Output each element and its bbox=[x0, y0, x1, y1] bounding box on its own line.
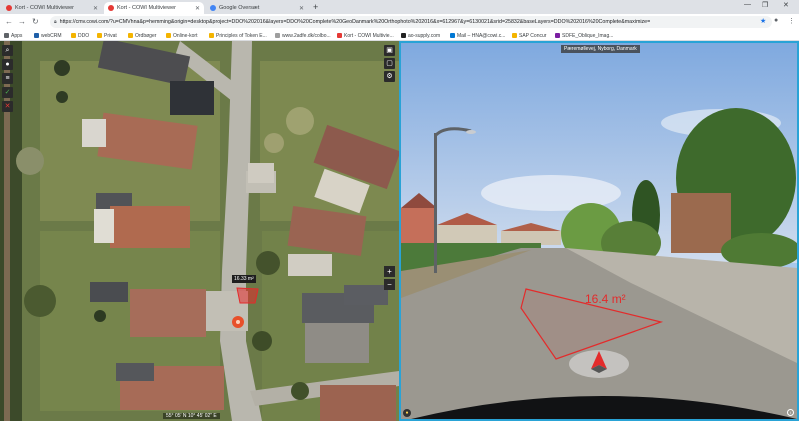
tab-title: Kort - COWI Multiviewer bbox=[15, 5, 74, 11]
aerial-map-image bbox=[0, 41, 399, 421]
aerial-map-panel[interactable]: ⌕ ● ≡ ✓ ✕ ▣ ▢ ⚙ + − 16.33 m² 55° 05' N 1… bbox=[0, 41, 399, 421]
bookmark-webcrm[interactable]: webCRM bbox=[34, 31, 62, 40]
bookmark-ordboger[interactable]: Ordbøger bbox=[128, 31, 156, 40]
bookmark-online-kort[interactable]: Online-kort bbox=[166, 31, 197, 40]
cowi-icon bbox=[337, 33, 342, 38]
bookmark-cowi-multiviewer[interactable]: Kort - COWI Multivie... bbox=[337, 31, 394, 40]
ao-icon bbox=[401, 33, 406, 38]
close-tab-icon[interactable]: ✕ bbox=[299, 5, 304, 12]
bookmark-star-icon[interactable]: ★ bbox=[760, 17, 766, 25]
measurement-label: 16.4 m² bbox=[585, 292, 626, 306]
folder-icon bbox=[128, 33, 133, 38]
folder-icon bbox=[512, 33, 517, 38]
zoom-controls: + − bbox=[384, 266, 396, 290]
map-area-label: 16.33 m² bbox=[232, 275, 256, 283]
coordinate-readout: 55° 05' N 10° 45' 02" E bbox=[163, 413, 220, 419]
close-tab-icon[interactable]: ✕ bbox=[93, 5, 98, 12]
bookmark-mail[interactable]: Mail – HNA@cowi.c... bbox=[450, 31, 505, 40]
google-translate-favicon-icon bbox=[210, 5, 216, 11]
folder-icon bbox=[71, 33, 76, 38]
layers-icon[interactable]: ≡ bbox=[2, 73, 13, 84]
street-view-image bbox=[401, 43, 797, 419]
new-tab-button[interactable]: + bbox=[313, 2, 318, 12]
tab-kort-1[interactable]: Kort - COWI Multiviewer ✕ bbox=[2, 2, 102, 14]
street-view-panel[interactable]: Pæremøllevej, Nyborg, Danmark 16.4 m² ● … bbox=[399, 41, 799, 421]
sdfe-icon bbox=[555, 33, 560, 38]
bookmark-ddo[interactable]: DDO bbox=[71, 31, 89, 40]
zoom-in-button[interactable]: + bbox=[384, 266, 395, 277]
close-tool-icon[interactable]: ✕ bbox=[2, 101, 13, 112]
orientation-icon[interactable]: ● bbox=[403, 409, 411, 417]
map-left-toolbar: ⌕ ● ≡ ✓ ✕ bbox=[2, 45, 14, 112]
search-icon[interactable]: ⌕ bbox=[2, 45, 13, 56]
screen-icon[interactable]: ▢ bbox=[384, 58, 395, 69]
reload-icon[interactable]: ↻ bbox=[32, 16, 39, 28]
bookmark-ao-supply[interactable]: ao-supply.com bbox=[401, 31, 440, 40]
outlook-icon bbox=[450, 33, 455, 38]
user-icon[interactable]: ● bbox=[2, 59, 13, 70]
tab-title: Google Oversæt bbox=[219, 5, 260, 11]
folder-icon bbox=[166, 33, 171, 38]
lock-icon: 🔒︎ bbox=[54, 19, 57, 25]
bookmark-apps[interactable]: Apps bbox=[4, 31, 22, 40]
minimize-icon[interactable]: — bbox=[744, 1, 751, 8]
browser-toolbar: ← → ↻ 🔒︎ https://cmv.cowi.com/?u=CMVhna&… bbox=[0, 14, 799, 30]
bookmark-2adfe[interactable]: www.2adfe.dk/colbo... bbox=[275, 31, 331, 40]
menu-dots-icon[interactable]: ⋮ bbox=[788, 17, 795, 25]
back-icon[interactable]: ← bbox=[5, 16, 13, 28]
zoom-out-button[interactable]: − bbox=[384, 279, 395, 290]
street-location-label: Pæremøllevej, Nyborg, Danmark bbox=[561, 45, 640, 53]
webcrm-icon bbox=[34, 33, 39, 38]
bookmark-sap-concur[interactable]: SAP Concur bbox=[512, 31, 546, 40]
bookmark-principles[interactable]: Principles of Token E... bbox=[209, 31, 267, 40]
url-text: https://cmv.cowi.com/?u=CMVhna&p=hemming… bbox=[59, 19, 651, 25]
address-bar[interactable]: 🔒︎ https://cmv.cowi.com/?u=CMVhna&p=hemm… bbox=[50, 16, 772, 28]
profile-avatar-icon[interactable]: ● bbox=[774, 17, 778, 24]
tab-kort-2-active[interactable]: Kort - COWI Multiviewer ✕ bbox=[104, 2, 204, 14]
page-icon bbox=[275, 33, 280, 38]
cowi-favicon-icon bbox=[6, 5, 12, 11]
bookmarks-bar: Apps webCRM DDO Privat Ordbøger Online-k… bbox=[0, 30, 799, 41]
camera-icon[interactable]: ▣ bbox=[384, 45, 395, 56]
folder-icon bbox=[209, 33, 214, 38]
browser-window: Kort - COWI Multiviewer ✕ Kort - COWI Mu… bbox=[0, 0, 799, 421]
measure-check-icon[interactable]: ✓ bbox=[2, 87, 13, 98]
tab-title: Kort - COWI Multiviewer bbox=[117, 5, 176, 11]
folder-icon bbox=[97, 33, 102, 38]
tab-google-translate[interactable]: Google Oversæt ✕ bbox=[206, 2, 308, 14]
apps-grid-icon bbox=[4, 33, 9, 38]
window-close-icon[interactable]: ✕ bbox=[783, 1, 789, 9]
cowi-favicon-icon bbox=[108, 5, 114, 11]
maximize-icon[interactable]: ❐ bbox=[762, 1, 768, 9]
settings-icon[interactable]: ⚙ bbox=[384, 71, 395, 82]
info-icon[interactable]: i bbox=[787, 409, 794, 416]
bookmark-sdfe-oblique[interactable]: SDFE_Oblique_Imag... bbox=[555, 31, 613, 40]
tab-strip: Kort - COWI Multiviewer ✕ Kort - COWI Mu… bbox=[0, 0, 799, 14]
bookmark-privat[interactable]: Privat bbox=[97, 31, 117, 40]
forward-icon[interactable]: → bbox=[18, 16, 26, 28]
map-right-toolbar: ▣ ▢ ⚙ bbox=[384, 45, 396, 82]
close-tab-icon[interactable]: ✕ bbox=[195, 5, 200, 12]
